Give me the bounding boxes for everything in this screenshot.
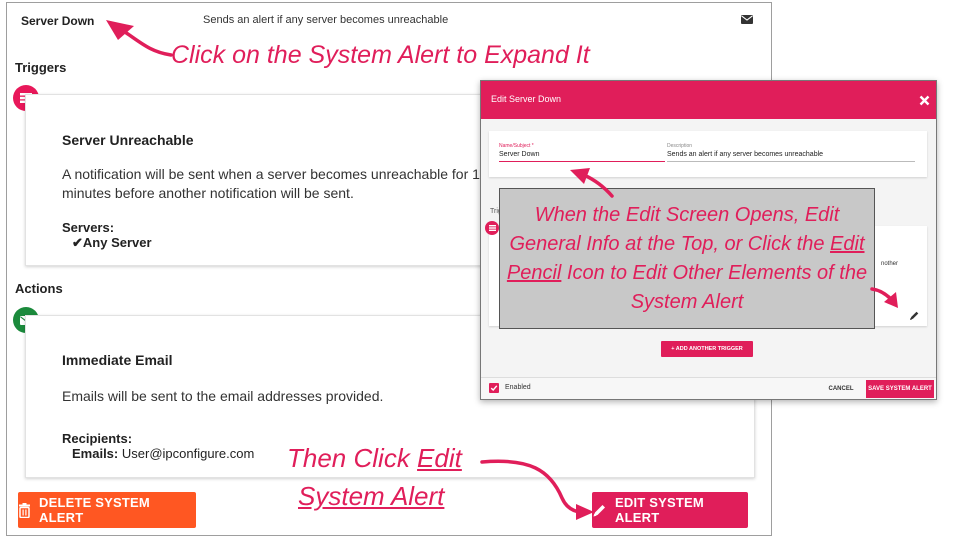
recipients-label: Recipients:	[62, 431, 133, 446]
annotation-expand: Click on the System Alert to Expand It	[171, 41, 590, 69]
edit-system-alert-button[interactable]: EDIT SYSTEM ALERT	[592, 492, 748, 528]
enabled-checkbox[interactable]	[489, 383, 499, 393]
emails-line: Emails: User@ipconfigure.com	[72, 446, 254, 461]
servers-value: ✔Any Server	[72, 235, 152, 250]
trigger-title: Server Unreachable	[62, 132, 194, 148]
edit-button-label: EDIT SYSTEM ALERT	[615, 495, 704, 525]
enabled-label: Enabled	[505, 384, 531, 391]
name-field-label: Name/Subject *	[499, 143, 534, 149]
alert-name: Server Down	[21, 14, 95, 28]
dialog-trigger-text: nother	[881, 261, 899, 267]
dialog-footer: Enabled CANCEL SAVE SYSTEM ALERT	[481, 377, 936, 399]
add-another-trigger-button[interactable]: + ADD ANOTHER TRIGGER	[661, 341, 753, 357]
annotation-edit-line2: System Alert	[298, 481, 445, 511]
action-title: Immediate Email	[62, 352, 173, 368]
delete-button-label: DELETE SYSTEM ALERT	[39, 495, 150, 525]
dialog-header: Edit Server Down	[481, 81, 936, 119]
description-input-underline	[667, 161, 915, 162]
callout-text-pre: When the Edit Screen Opens, Edit General…	[509, 203, 840, 255]
description-field-label: Description	[667, 143, 693, 149]
servers-label: Servers:	[62, 220, 115, 235]
cancel-button[interactable]: CANCEL	[821, 381, 861, 396]
tutorial-screenshot: Server Down Sends an alert if any server…	[0, 0, 960, 540]
trigger-text-line1: A notification will be sent when a serve…	[62, 166, 499, 182]
dialog-title: Edit Server Down	[491, 94, 562, 104]
annotation-edit-line1: Then Click Edit	[287, 443, 462, 474]
callout-text: When the Edit Screen Opens, Edit General…	[500, 201, 874, 317]
name-input-underline	[499, 161, 665, 162]
annotation-edit-pre: Then Click	[287, 443, 418, 473]
delete-system-alert-button[interactable]: DELETE SYSTEM ALERT	[18, 492, 196, 528]
instruction-callout: When the Edit Screen Opens, Edit General…	[499, 188, 875, 329]
alert-description: Sends an alert if any server becomes unr…	[203, 14, 449, 26]
annotation-edit-link: Edit	[417, 443, 462, 473]
action-text: Emails will be sent to the email address…	[62, 388, 384, 404]
pencil-icon[interactable]	[909, 310, 920, 321]
trigger-text-line2: minutes before another notification will…	[62, 185, 354, 201]
save-system-alert-button[interactable]: SAVE SYSTEM ALERT	[866, 380, 934, 398]
trash-icon	[18, 502, 31, 518]
description-input[interactable]: Sends an alert if any server becomes unr…	[667, 151, 823, 158]
emails-value: User@ipconfigure.com	[121, 446, 255, 461]
pencil-icon	[592, 503, 607, 518]
emails-label: Emails:	[72, 446, 119, 461]
name-input[interactable]: Server Down	[499, 151, 539, 158]
alert-header-row[interactable]: Server Down Sends an alert if any server…	[7, 3, 771, 39]
mail-icon	[741, 15, 753, 24]
general-info-card: Name/Subject * Server Down Description S…	[489, 131, 927, 177]
triggers-title: Triggers	[15, 60, 67, 75]
callout-text-post: Icon to Edit Other Elements of the Syste…	[561, 261, 868, 313]
actions-title: Actions	[15, 281, 63, 296]
list-icon	[485, 221, 499, 235]
close-icon[interactable]	[919, 95, 930, 106]
